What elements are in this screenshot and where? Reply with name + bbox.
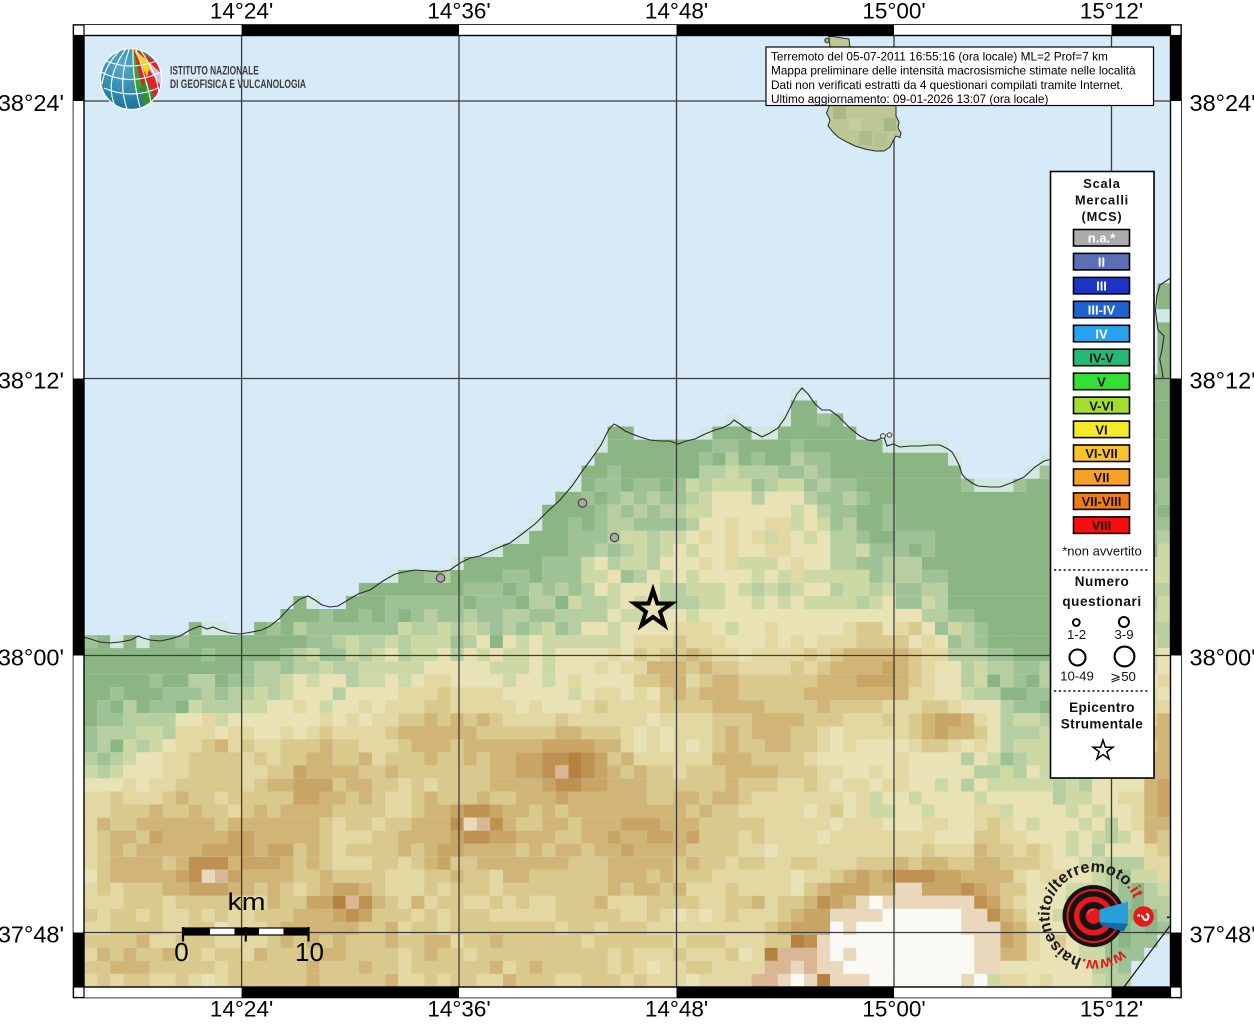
svg-text:15°12': 15°12': [1080, 997, 1143, 1022]
svg-text:14°24': 14°24': [210, 0, 273, 24]
svg-text:Terremoto del 05-07-2011 16:55: Terremoto del 05-07-2011 16:55:16 (ora l…: [771, 50, 1108, 64]
svg-text:km: km: [228, 889, 266, 916]
svg-text:14°36': 14°36': [427, 997, 490, 1022]
svg-text:15°00': 15°00': [862, 0, 925, 24]
svg-text:II: II: [1098, 255, 1105, 270]
svg-text:15°00': 15°00': [862, 997, 925, 1022]
svg-text:15°12': 15°12': [1080, 0, 1143, 24]
svg-text:Numero: Numero: [1075, 574, 1130, 589]
svg-text:III-IV: III-IV: [1088, 303, 1116, 318]
svg-text:VII: VII: [1094, 470, 1110, 485]
svg-text:14°48': 14°48': [645, 0, 708, 24]
svg-text:V-VI: V-VI: [1089, 398, 1114, 413]
svg-text:37°48': 37°48': [1190, 922, 1254, 948]
svg-text:III: III: [1096, 279, 1107, 294]
svg-text:38°00': 38°00': [0, 645, 64, 671]
svg-text:38°00': 38°00': [1190, 645, 1254, 671]
svg-text:38°12': 38°12': [0, 368, 64, 394]
svg-text:Epicentro: Epicentro: [1069, 700, 1135, 715]
svg-text:1-2: 1-2: [1067, 627, 1086, 642]
svg-text:IV-V: IV-V: [1089, 350, 1114, 365]
svg-text:(MCS): (MCS): [1082, 209, 1123, 224]
svg-text:*non avvertito: *non avvertito: [1062, 544, 1142, 559]
svg-text:⩾50: ⩾50: [1110, 669, 1136, 684]
svg-text:ISTITUTO NAZIONALE: ISTITUTO NAZIONALE: [170, 65, 259, 78]
svg-text:DI GEOFISICA E VULCANOLOGIA: DI GEOFISICA E VULCANOLOGIA: [170, 78, 306, 91]
svg-text:IV: IV: [1095, 327, 1108, 342]
svg-text:10: 10: [295, 937, 324, 967]
svg-text:Dati non verificati estratti d: Dati non verificati estratti da 4 questi…: [771, 78, 1123, 92]
svg-text:VIII: VIII: [1092, 518, 1112, 533]
svg-text:10-49: 10-49: [1060, 669, 1094, 684]
svg-text:Mercalli: Mercalli: [1075, 193, 1129, 208]
svg-text:14°24': 14°24': [210, 997, 273, 1022]
svg-text:14°48': 14°48': [645, 997, 708, 1022]
svg-text:questionari: questionari: [1062, 594, 1141, 609]
svg-text:0: 0: [174, 937, 188, 967]
svg-text:VII-VIII: VII-VIII: [1082, 494, 1122, 509]
svg-text:38°24': 38°24': [1190, 90, 1254, 116]
svg-text:38°12': 38°12': [1190, 368, 1254, 394]
svg-text:38°24': 38°24': [0, 90, 64, 116]
svg-text:V: V: [1097, 374, 1106, 389]
svg-text:14°36': 14°36': [427, 0, 490, 24]
svg-text:VI: VI: [1095, 422, 1107, 437]
svg-text:Ultimo aggiornamento: 09-01-20: Ultimo aggiornamento: 09-01-2026 13:07 (…: [771, 92, 1048, 106]
svg-text:Strumentale: Strumentale: [1061, 717, 1144, 732]
svg-text:3-9: 3-9: [1114, 627, 1133, 642]
svg-text:37°48': 37°48': [0, 922, 64, 948]
svg-text:Scala: Scala: [1083, 176, 1121, 191]
svg-text:VI-VII: VI-VII: [1085, 446, 1118, 461]
svg-text:n.a.*: n.a.*: [1088, 231, 1116, 246]
svg-text:Mappa preliminare delle intens: Mappa preliminare delle intensità macros…: [771, 64, 1136, 78]
